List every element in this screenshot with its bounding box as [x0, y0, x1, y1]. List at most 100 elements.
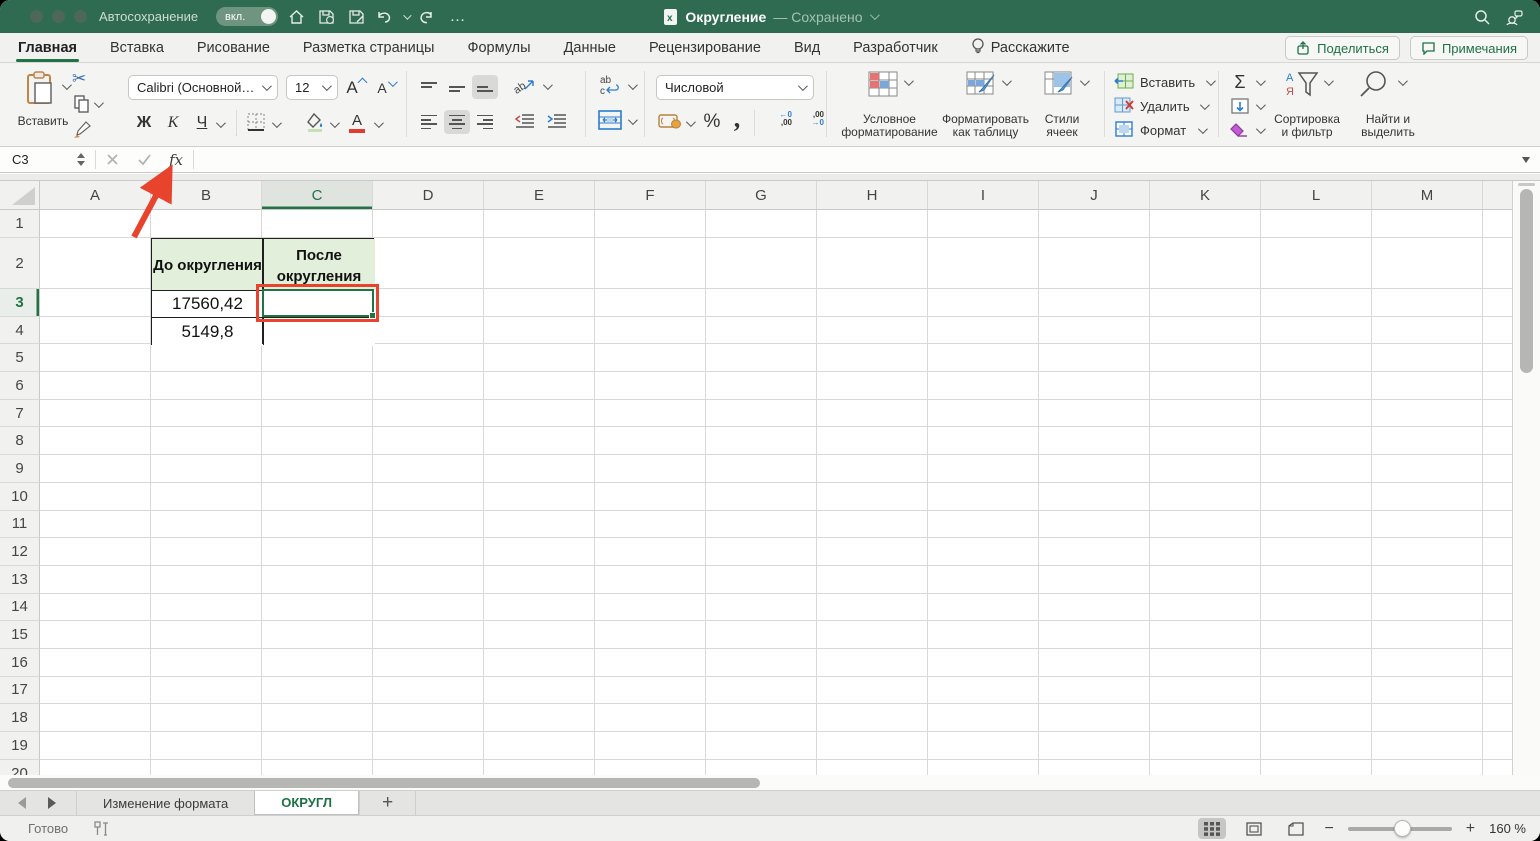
paste-button[interactable] — [18, 71, 62, 105]
cell-b4[interactable]: 5149,8 — [152, 318, 263, 346]
column-header-E[interactable]: E — [484, 181, 595, 210]
percent-style-button[interactable]: % — [700, 110, 724, 134]
accounting-format-icon[interactable] — [658, 112, 682, 130]
fill-color-dropdown-chevron-icon[interactable] — [330, 118, 340, 128]
previous-sheet-icon[interactable] — [18, 797, 26, 809]
merge-dropdown-chevron-icon[interactable] — [628, 115, 638, 125]
delete-cells-icon[interactable] — [1114, 97, 1134, 113]
grid-row-7[interactable] — [40, 400, 1512, 428]
column-header-J[interactable]: J — [1039, 181, 1150, 210]
column-header-K[interactable]: K — [1150, 181, 1261, 210]
sort-filter-chevron-icon[interactable] — [1324, 76, 1334, 86]
column-header-F[interactable]: F — [595, 181, 706, 210]
number-format-select[interactable]: Числовой — [656, 75, 814, 100]
font-name-select[interactable]: Calibri (Основной… — [128, 75, 278, 100]
tab-рисование[interactable]: Рисование — [195, 33, 272, 63]
grid-row-9[interactable] — [40, 455, 1512, 483]
row-header-18[interactable]: 18 — [0, 704, 40, 732]
row-header-8[interactable]: 8 — [0, 427, 40, 455]
grid-row-19[interactable] — [40, 732, 1512, 760]
sort-filter-icon[interactable]: АЯ — [1284, 69, 1320, 101]
paste-dropdown-chevron-icon[interactable] — [62, 80, 72, 90]
row-header-1[interactable]: 1 — [0, 210, 40, 238]
accounting-dropdown-chevron-icon[interactable] — [686, 117, 696, 127]
row-header-6[interactable]: 6 — [0, 372, 40, 400]
grid-row-12[interactable] — [40, 538, 1512, 566]
name-box-stepper[interactable] — [77, 153, 85, 166]
grid-row-18[interactable] — [40, 704, 1512, 732]
cells-area[interactable]: До округленияПосле округления17560,42514… — [40, 210, 1512, 775]
font-size-select[interactable]: 12 — [286, 75, 338, 100]
tab-главная[interactable]: Главная — [16, 33, 79, 63]
underline-dropdown-chevron-icon[interactable] — [216, 118, 226, 128]
align-left-button[interactable] — [416, 110, 442, 134]
tab-формулы[interactable]: Формулы — [465, 33, 532, 63]
cell-b3[interactable]: 17560,42 — [152, 290, 263, 317]
format-cells-icon[interactable] — [1114, 121, 1134, 137]
select-all-corner[interactable] — [0, 181, 40, 210]
tab-рецензирование[interactable]: Рецензирование — [647, 33, 763, 63]
row-header-3[interactable]: 3 — [0, 289, 40, 317]
column-header-H[interactable]: H — [817, 181, 928, 210]
cell-styles-label[interactable]: Стилиячеек — [1032, 113, 1092, 139]
grid-row-1[interactable] — [40, 210, 1512, 238]
formula-bar-expand-icon[interactable] — [1522, 157, 1530, 163]
find-select-icon[interactable] — [1358, 69, 1390, 101]
autosum-chevron-icon[interactable] — [1256, 76, 1266, 86]
grid-row-20[interactable] — [40, 760, 1512, 775]
find-select-label[interactable]: Найти ивыделить — [1352, 113, 1424, 139]
row-header-11[interactable]: 11 — [0, 511, 40, 539]
undo-icon[interactable] — [374, 7, 394, 27]
tab-разработчик[interactable]: Разработчик — [851, 33, 940, 63]
grid-row-11[interactable] — [40, 511, 1512, 539]
merge-center-icon[interactable] — [598, 110, 622, 130]
borders-icon[interactable] — [246, 112, 266, 132]
borders-dropdown-chevron-icon[interactable] — [272, 118, 282, 128]
row-header-12[interactable]: 12 — [0, 538, 40, 566]
name-box[interactable]: C3 — [0, 147, 95, 172]
copy-dropdown-chevron-icon[interactable] — [94, 98, 104, 108]
wrap-text-dropdown-chevron-icon[interactable] — [628, 80, 638, 90]
row-header-14[interactable]: 14 — [0, 594, 40, 622]
increase-indent-icon[interactable] — [546, 112, 568, 130]
comma-style-button[interactable]: , — [728, 105, 746, 133]
align-top-button[interactable] — [416, 75, 442, 99]
cell-styles-chevron-icon[interactable] — [1080, 76, 1090, 86]
row-header-13[interactable]: 13 — [0, 566, 40, 594]
italic-button[interactable]: К — [161, 110, 185, 136]
grid-row-10[interactable] — [40, 483, 1512, 511]
zoom-slider[interactable] — [1348, 827, 1452, 831]
tab-данные[interactable]: Данные — [562, 33, 618, 63]
grid-row-6[interactable] — [40, 372, 1512, 400]
vertical-scrollbar-thumb[interactable] — [1520, 189, 1533, 373]
table-header-b2[interactable]: До округления — [152, 239, 263, 290]
scrollbar-split-handle[interactable] — [1518, 183, 1535, 186]
decrease-indent-icon[interactable] — [514, 112, 536, 130]
insert-function-icon[interactable]: fx — [169, 147, 183, 172]
save-icon[interactable] — [316, 7, 336, 27]
share-button[interactable]: Поделиться — [1285, 36, 1400, 60]
find-select-chevron-icon[interactable] — [1398, 76, 1408, 86]
undo-dropdown-chevron-icon[interactable] — [396, 7, 416, 27]
save-as-icon[interactable] — [346, 7, 366, 27]
orientation-dropdown-chevron-icon[interactable] — [543, 80, 553, 90]
cancel-icon[interactable] — [106, 147, 119, 172]
column-header-M[interactable]: M — [1372, 181, 1483, 210]
increase-decimal-button[interactable]: ←0,00 — [766, 111, 792, 127]
font-color-icon[interactable]: А — [347, 110, 367, 136]
share-people-icon[interactable] — [1504, 7, 1524, 27]
align-center-button[interactable] — [444, 110, 470, 134]
cut-icon[interactable]: ✂ — [72, 69, 86, 89]
sheet-tab-округл[interactable]: ОКРУГЛ — [254, 791, 359, 815]
column-header-D[interactable]: D — [373, 181, 484, 210]
grid-row-17[interactable] — [40, 677, 1512, 705]
row-header-4[interactable]: 4 — [0, 317, 40, 345]
formula-input[interactable] — [205, 147, 1505, 172]
zoom-window-button[interactable] — [74, 10, 87, 23]
clear-icon[interactable] — [1228, 121, 1250, 139]
row-header-20[interactable]: 20 — [0, 760, 40, 775]
zoom-in-button[interactable]: + — [1466, 820, 1475, 838]
zoom-slider-thumb[interactable] — [1394, 820, 1411, 837]
home-icon[interactable] — [286, 7, 306, 27]
sort-filter-label[interactable]: Сортировкаи фильтр — [1262, 113, 1352, 139]
